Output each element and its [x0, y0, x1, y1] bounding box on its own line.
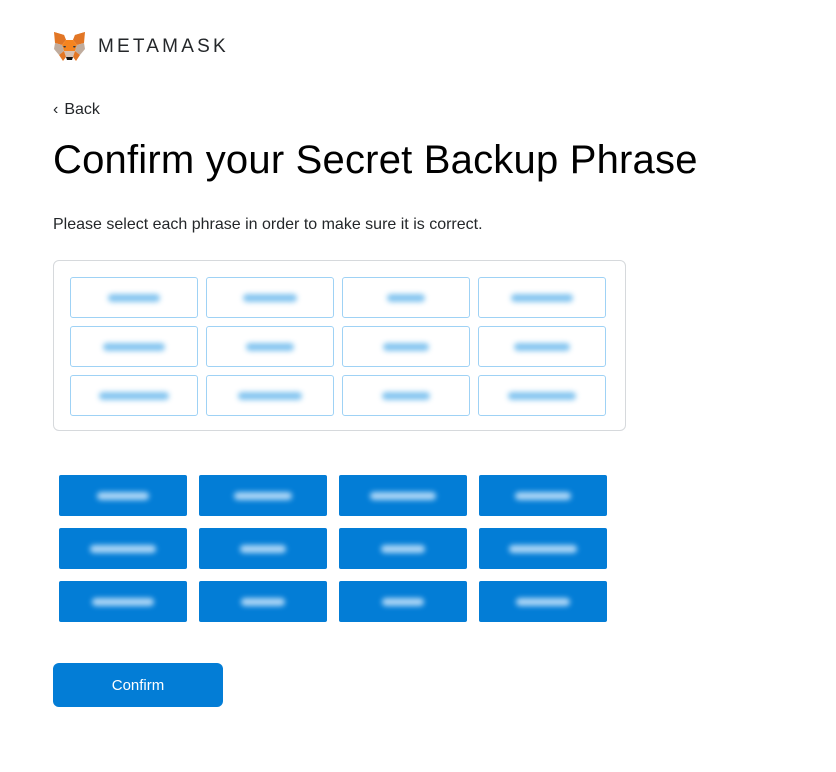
selected-word-slot[interactable]	[70, 375, 198, 416]
word-option-button[interactable]	[199, 581, 327, 622]
blurred-word	[103, 342, 165, 351]
blurred-word	[234, 491, 292, 500]
word-option-button[interactable]	[59, 475, 187, 516]
selected-word-slot[interactable]	[342, 326, 470, 367]
blurred-word	[246, 342, 294, 351]
selected-word-slot[interactable]	[478, 375, 606, 416]
word-option-button[interactable]	[59, 581, 187, 622]
page-title: Confirm your Secret Backup Phrase	[53, 138, 698, 182]
blurred-word	[238, 391, 302, 400]
word-option-button[interactable]	[339, 528, 467, 569]
selected-word-slot[interactable]	[478, 326, 606, 367]
back-link[interactable]: ‹ Back	[53, 101, 100, 119]
blurred-word	[370, 491, 436, 500]
confirm-button[interactable]: Confirm	[53, 663, 223, 707]
fox-icon	[54, 32, 85, 61]
brand-wordmark: METAMASK	[98, 35, 229, 57]
blurred-word	[241, 597, 285, 606]
blurred-word	[516, 597, 570, 606]
word-option-button[interactable]	[479, 475, 607, 516]
blurred-word	[92, 597, 154, 606]
selected-word-slot[interactable]	[206, 375, 334, 416]
selected-word-slot[interactable]	[342, 277, 470, 318]
word-option-button[interactable]	[479, 528, 607, 569]
back-label: Back	[64, 101, 100, 118]
blurred-word	[387, 293, 425, 302]
blurred-word	[240, 544, 286, 553]
word-option-button[interactable]	[339, 581, 467, 622]
blurred-word	[381, 544, 425, 553]
metamask-logo: METAMASK	[53, 31, 229, 62]
instructions: Please select each phrase in order to ma…	[53, 216, 483, 233]
selected-word-slot[interactable]	[206, 277, 334, 318]
blurred-word	[382, 391, 430, 400]
selected-word-slot[interactable]	[70, 277, 198, 318]
blurred-word	[383, 342, 429, 351]
word-option-button[interactable]	[199, 475, 327, 516]
word-option-button[interactable]	[479, 581, 607, 622]
word-option-button[interactable]	[199, 528, 327, 569]
selected-word-slot[interactable]	[206, 326, 334, 367]
blurred-word	[97, 491, 149, 500]
confirm-backup-phrase-page: METAMASK ‹ Back Confirm your Secret Back…	[0, 0, 836, 772]
chevron-left-icon: ‹	[53, 101, 59, 118]
selected-phrase-area	[53, 260, 626, 431]
selected-word-slot[interactable]	[70, 326, 198, 367]
blurred-word	[108, 293, 160, 302]
blurred-word	[514, 342, 570, 351]
word-option-button[interactable]	[59, 528, 187, 569]
blurred-word	[99, 391, 169, 400]
selected-word-slot[interactable]	[342, 375, 470, 416]
blurred-word	[515, 491, 571, 500]
blurred-word	[243, 293, 297, 302]
selected-word-slot[interactable]	[478, 277, 606, 318]
word-option-button[interactable]	[339, 475, 467, 516]
blurred-word	[90, 544, 156, 553]
blurred-word	[508, 391, 576, 400]
blurred-word	[509, 544, 577, 553]
blurred-word	[511, 293, 573, 302]
blurred-word	[382, 597, 424, 606]
